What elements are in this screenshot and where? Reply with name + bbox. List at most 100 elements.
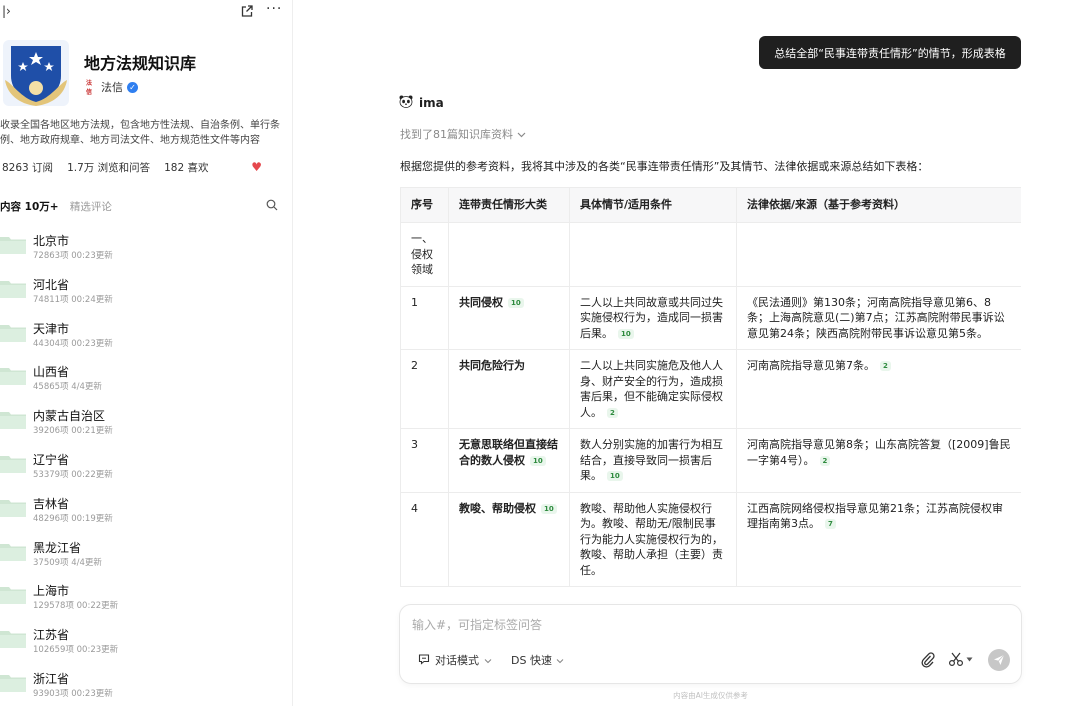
citation-badge[interactable]: 10: [508, 297, 524, 308]
detail-cell: [569, 222, 737, 287]
table-row: 1 共同侵权 10 二人以上共同故意或共同过失实施侵权行为，造成同一损害后果。 10 《民…: [400, 285, 1021, 350]
more-icon[interactable]: ···: [266, 1, 282, 17]
folder-meta: 37509项 4/4更新: [33, 557, 102, 568]
folder-meta: 44304项 00:23更新: [33, 338, 113, 349]
question-input[interactable]: [412, 615, 912, 635]
citation-badge[interactable]: 2: [880, 361, 891, 371]
chevron-down-icon: [517, 128, 526, 141]
answer-table: 序号 连带责任情形大类 具体情节/适用条件 法律依据/来源（基于参考资料） 一、…: [400, 187, 1021, 587]
sources-found-toggle[interactable]: 找到了81篇知识库资料: [400, 126, 526, 142]
citation-badge[interactable]: 10: [618, 328, 634, 339]
basis-cell: 河南高院指导意见第7条。 2: [736, 349, 1021, 429]
citation-badge[interactable]: 10: [607, 471, 623, 481]
source-name: 法信: [101, 81, 123, 94]
basis-cell: 《民法通则》第130条；河南高院指导意见第6、8条；上海高院意见(二)第7点；江…: [736, 285, 1021, 350]
table-body: 一、侵权领域 1 共同侵权 10 二人以上共同故意或共同过失实施侵权行为，造成同一损害后…: [400, 222, 1021, 587]
category-cell: 共同侵权 10: [448, 285, 570, 350]
folder-icon: [0, 453, 26, 473]
scissors-icon[interactable]: [948, 651, 973, 667]
folder-item[interactable]: 河北省 74811项 00:24更新: [0, 276, 290, 306]
folder-name: 天津市: [33, 321, 70, 336]
folder-name: 黑龙江省: [33, 540, 82, 555]
folder-name: 辽宁省: [33, 453, 70, 467]
folder-icon: [0, 584, 26, 605]
column-header: 法律依据/来源（基于参考资料）: [736, 187, 1021, 223]
category-cell: 无意思联络但直接结合的数人侵权 10: [448, 428, 570, 493]
chevron-down-icon: [556, 654, 564, 667]
row-number: 2: [400, 349, 449, 429]
folder-item[interactable]: 辽宁省 53379项 00:22更新: [0, 451, 290, 481]
folder-icon: [0, 322, 26, 342]
row-number: 3: [400, 428, 449, 493]
knowledge-base-stats: 8263 订阅 1.7万 浏览和问答 182 喜欢 ♥: [2, 160, 290, 174]
send-icon[interactable]: [988, 649, 1010, 671]
verified-icon: ✓: [127, 81, 138, 93]
knowledge-base-title: 地方法规知识库: [84, 54, 197, 73]
folder-meta: 48296项 00:19更新: [33, 513, 113, 524]
column-header: 连带责任情形大类: [448, 187, 570, 223]
panda-icon: [399, 95, 413, 111]
folder-icon: [0, 365, 26, 386]
folder-icon: [0, 409, 26, 430]
folder-item[interactable]: 上海市 129578项 00:22更新: [0, 582, 290, 612]
category-cell: [448, 222, 570, 287]
folder-icon: [0, 672, 26, 692]
folder-icon: [0, 628, 26, 649]
search-icon[interactable]: [266, 199, 278, 214]
knowledge-base-logo: [3, 40, 69, 106]
folder-icon: [0, 234, 26, 254]
folder-icon: [0, 541, 26, 561]
table-row: 3 无意思联络但直接结合的数人侵权 10 数人分别实施的加害行为相互结合，直接导致同一…: [400, 428, 1021, 493]
citation-badge[interactable]: 2: [819, 455, 831, 466]
row-number: 1: [400, 285, 449, 350]
folder-name: 江苏省: [33, 628, 70, 643]
conversation-mode-button[interactable]: 对话模式: [418, 652, 492, 668]
model-select-button[interactable]: DS 快速: [511, 652, 564, 668]
folder-item[interactable]: 北京市 72863项 00:23更新: [0, 232, 290, 262]
folder-name: 河北省: [33, 277, 70, 292]
content-tabs: 内容 10万+ 精选评论: [0, 199, 290, 213]
citation-badge[interactable]: 10: [530, 455, 546, 466]
folder-name: 北京市: [33, 234, 70, 248]
paperclip-icon[interactable]: [920, 651, 935, 671]
citation-badge[interactable]: 10: [541, 503, 557, 514]
folder-meta: 93903项 00:23更新: [33, 689, 113, 699]
folder-item[interactable]: 天津市 44304项 00:23更新: [0, 320, 290, 350]
sources-found-text: 找到了81篇知识库资料: [400, 128, 513, 141]
citation-badge[interactable]: 2: [607, 407, 618, 418]
folder-name: 内蒙古自治区: [33, 409, 106, 424]
detail-cell: 二人以上共同实施危及他人人身、财产安全的行为，造成损害后果，但不能确定实际侵权人…: [569, 349, 737, 429]
folder-item[interactable]: 山西省 45865项 4/4更新: [0, 363, 290, 393]
row-number: 一、侵权领域: [400, 222, 449, 287]
bot-header: ima: [399, 95, 444, 111]
folder-meta: 39206项 00:21更新: [33, 426, 113, 437]
basis-cell: 江西高院网络侵权指导意见第21条；江苏高院侵权审理指南第3点。 7: [736, 491, 1021, 587]
basis-cell: 河南高院指导意见第8条；山东高院答复（[2009]鲁民一字第4号）。 2: [736, 428, 1021, 493]
folder-meta: 129578项 00:22更新: [33, 601, 119, 612]
conversation-mode-label: 对话模式: [435, 654, 479, 667]
heart-icon[interactable]: ♥: [251, 160, 262, 174]
source-logo: 法信: [86, 80, 93, 96]
sidebar-expand-icon[interactable]: |›: [2, 4, 11, 18]
folder-item[interactable]: 吉林省 48296项 00:19更新: [0, 495, 290, 525]
citation-badge[interactable]: 7: [825, 519, 836, 529]
share-icon[interactable]: [240, 4, 254, 21]
folder-icon: [0, 497, 26, 517]
chat-bubble-icon: [418, 653, 430, 668]
answer-table-container[interactable]: 序号 连带责任情形大类 具体情节/适用条件 法律依据/来源（基于参考资料） 一、…: [400, 187, 1021, 597]
tab-featured-comments[interactable]: 精选评论: [70, 201, 112, 213]
category-cell: 共同危险行为: [448, 349, 570, 429]
folder-icon: [0, 278, 26, 298]
folder-item[interactable]: 浙江省 93903项 00:23更新: [0, 670, 290, 700]
folder-meta: 102659项 00:23更新: [33, 645, 119, 656]
basis-cell: [736, 222, 1021, 287]
knowledge-base-source[interactable]: 法信 法信 ✓: [86, 80, 138, 96]
folder-item[interactable]: 黑龙江省 37509项 4/4更新: [0, 539, 290, 569]
folder-item[interactable]: 江苏省 102659项 00:23更新: [0, 626, 290, 656]
folder-meta: 72863项 00:23更新: [33, 251, 113, 261]
tab-content[interactable]: 内容 10万+: [0, 201, 59, 213]
folder-item[interactable]: 内蒙古自治区 39206项 00:21更新: [0, 407, 290, 437]
category-cell: 教唆、帮助侵权 10: [448, 491, 570, 587]
folder-meta: 74811项 00:24更新: [33, 294, 113, 305]
views-count: 1.7万 浏览和问答: [67, 162, 151, 174]
